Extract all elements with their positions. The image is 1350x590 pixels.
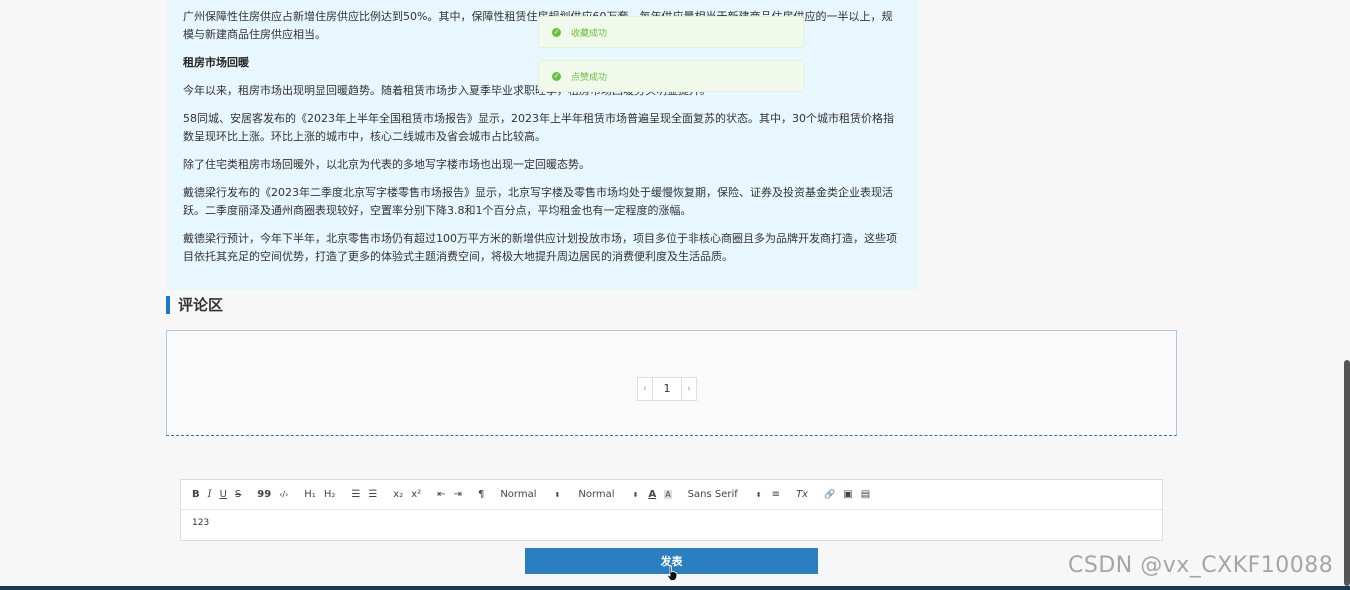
header-select[interactable]: Normal ⬍	[578, 489, 638, 500]
video-button[interactable]: ▤	[861, 489, 870, 500]
hand-pointer-icon	[666, 565, 678, 581]
toast-like-success: ✓ 点赞成功	[538, 60, 804, 92]
chevron-updown-icon: ⬍	[554, 490, 561, 499]
article-paragraph: 除了住宅类租房市场回暖外，以北京为代表的多地写字楼市场也出现一定回暖态势。	[183, 158, 590, 171]
subscript-button[interactable]: x₂	[393, 489, 403, 500]
article-paragraph: 戴德梁行发布的《2023年二季度北京写字楼零售市场报告》显示，北京写字楼及零售市…	[183, 186, 893, 217]
clean-format-button[interactable]: Tx	[796, 489, 808, 500]
font-size-value: Normal	[500, 489, 537, 500]
strike-button[interactable]: S	[235, 489, 241, 500]
prev-page-button[interactable]: ‹	[637, 377, 653, 401]
toast-message: 点赞成功	[571, 72, 608, 83]
code-block-button[interactable]: ‹/›	[279, 490, 288, 499]
font-size-select[interactable]: Normal ⬍	[500, 489, 560, 500]
outdent-button[interactable]: ⇤	[437, 489, 445, 500]
font-family-value: Sans Serif	[687, 489, 738, 500]
header-2-button[interactable]: H₂	[324, 489, 336, 500]
background-color-button[interactable]: A	[664, 490, 672, 499]
bold-button[interactable]: B	[192, 489, 200, 500]
editor-content-input[interactable]: 123	[181, 510, 1162, 536]
toast-message: 收藏成功	[571, 28, 608, 39]
bottom-border	[0, 586, 1350, 590]
image-button[interactable]: ▣	[843, 489, 852, 500]
font-family-select[interactable]: Sans Serif ⬍	[688, 489, 762, 500]
article-paragraph: 戴德梁行预计，今年下半年，北京零售市场仍有超过100万平方米的新增供应计划投放市…	[183, 232, 897, 263]
page-number-button[interactable]: 1	[653, 377, 681, 401]
next-page-button[interactable]: ›	[681, 377, 697, 401]
italic-button[interactable]: I	[208, 489, 212, 500]
indent-button[interactable]: ⇥	[454, 489, 462, 500]
underline-button[interactable]: U	[220, 489, 227, 500]
toast-collect-success: ✓ 收藏成功	[538, 16, 804, 48]
bullet-list-button[interactable]: ☰	[368, 489, 377, 500]
editor-toolbar: B I U S 99 ‹/› H₁ H₂ ☰ ☰ x₂ x² ⇤ ⇥ ¶ Nor…	[181, 480, 1162, 510]
chevron-updown-icon: ⬍	[755, 490, 762, 499]
comment-section-title: 评论区	[166, 296, 223, 314]
check-circle-icon: ✓	[552, 71, 561, 81]
text-color-button[interactable]: A	[648, 489, 656, 500]
link-button[interactable]: 🔗	[824, 490, 835, 500]
header-value: Normal	[578, 489, 615, 500]
article-paragraph: 58同城、安居客发布的《2023年上半年全国租赁市场报告》显示，2023年上半年…	[183, 112, 894, 143]
blockquote-button[interactable]: 99	[257, 489, 271, 500]
superscript-button[interactable]: x²	[411, 489, 421, 500]
pagination: ‹ 1 ›	[637, 377, 697, 401]
chevron-updown-icon: ⬍	[632, 490, 639, 499]
align-button[interactable]: ≡	[772, 489, 780, 500]
scrollbar-thumb[interactable]	[1344, 360, 1350, 586]
ordered-list-button[interactable]: ☰	[351, 489, 360, 500]
rich-text-editor: B I U S 99 ‹/› H₁ H₂ ☰ ☰ x₂ x² ⇤ ⇥ ¶ Nor…	[180, 479, 1163, 541]
header-1-button[interactable]: H₁	[304, 489, 316, 500]
watermark-text: CSDN @vx_CXKF10088	[1068, 553, 1334, 578]
check-circle-icon: ✓	[552, 27, 561, 37]
text-direction-button[interactable]: ¶	[478, 489, 484, 500]
